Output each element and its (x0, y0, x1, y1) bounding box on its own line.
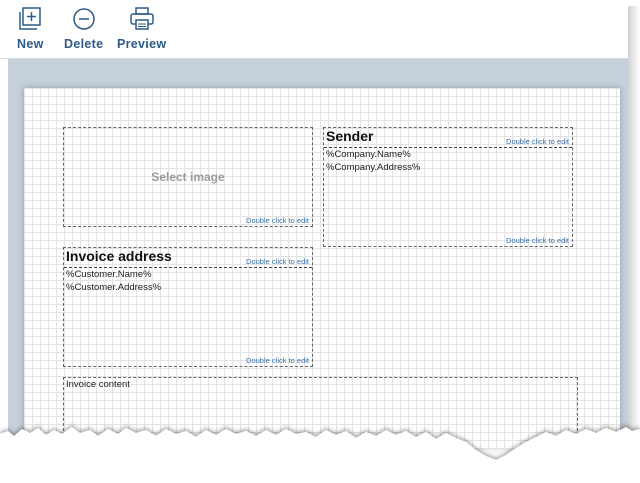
new-button-label: New (17, 37, 44, 51)
torn-edge-effect (0, 427, 640, 483)
sender-body-edit-hint: Double click to edit (506, 236, 569, 245)
customer-name: %Customer.Name% (66, 269, 152, 280)
design-canvas: Select image Double click to edit Sender… (8, 59, 628, 477)
sender-title-separator (324, 147, 572, 148)
logo-image-box[interactable]: Select image Double click to edit (63, 127, 313, 227)
delete-button-label: Delete (64, 37, 104, 51)
sender-company-address: %Company.Address% (326, 162, 421, 173)
invoice-address-body-edit-hint: Double click to edit (246, 356, 309, 365)
window-shadow (628, 6, 640, 446)
customer-address: %Customer.Address% (66, 282, 162, 293)
toolbar: New Delete Preview (0, 0, 628, 59)
invoice-page[interactable]: Select image Double click to edit Sender… (24, 88, 620, 477)
invoice-content-label: Invoice content (66, 379, 130, 390)
invoice-address-title-edit-hint: Double click to edit (246, 257, 309, 266)
logo-edit-hint: Double click to edit (246, 216, 309, 225)
select-image-label: Select image (151, 170, 225, 184)
sender-title-edit-hint: Double click to edit (506, 137, 569, 146)
preview-button[interactable]: Preview (117, 6, 166, 51)
invoice-address-title: Invoice address (66, 248, 172, 264)
sender-company-name: %Company.Name% (326, 149, 411, 160)
sender-title: Sender (326, 128, 374, 144)
delete-button[interactable]: Delete (64, 6, 103, 51)
preview-button-label: Preview (117, 37, 167, 51)
invoice-address-box[interactable]: Invoice address Double click to edit %Cu… (63, 247, 313, 367)
invoice-address-title-separator (64, 267, 312, 268)
new-document-icon (19, 7, 42, 30)
new-button[interactable]: New (17, 6, 44, 51)
remove-circle-icon (72, 8, 95, 30)
sender-box[interactable]: Sender Double click to edit %Company.Nam… (323, 127, 573, 247)
printer-icon (129, 7, 154, 30)
